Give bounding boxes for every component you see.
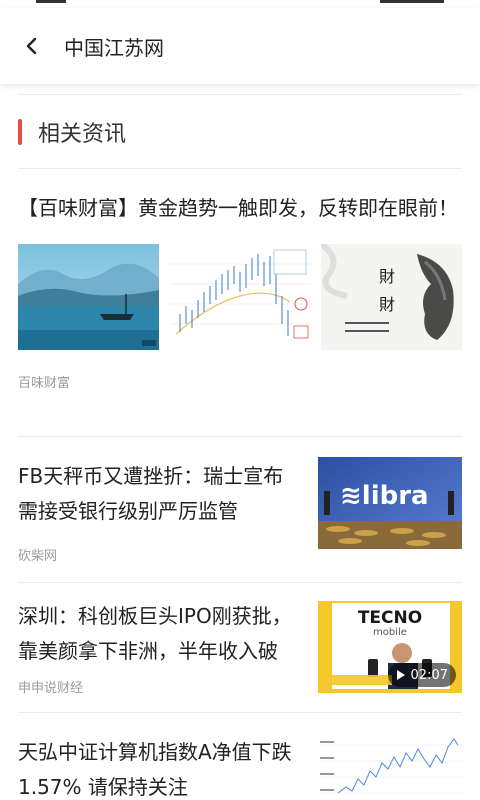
video-duration-badge: 02:07 bbox=[387, 663, 456, 687]
news-card[interactable]: 天弘中证计算机指数A净值下跌1.57% 请保持关注 bbox=[18, 712, 462, 800]
status-icons bbox=[380, 0, 444, 3]
article-title: FB天秤币又遭挫折：瑞士宣布需接受银行级别严厉监管 bbox=[18, 464, 284, 523]
thumbnail-gold-chart bbox=[169, 244, 311, 350]
libra-logo-text: ≋libra bbox=[340, 481, 429, 511]
thumbnail-lake-landscape bbox=[18, 244, 159, 350]
section-title: 相关资讯 bbox=[38, 122, 127, 147]
status-bar bbox=[0, 0, 480, 8]
article-title: 深圳：科创板巨头IPO刚获批，靠美颜拿下非洲，半年收入破 bbox=[18, 604, 292, 663]
content-area bbox=[18, 84, 462, 95]
news-card-video[interactable]: 深圳：科创板巨头IPO刚获批，靠美颜拿下非洲，半年收入破 申申说财经 TECNO… bbox=[18, 582, 462, 712]
thumbnail-ink-painting: 財 財 bbox=[321, 244, 462, 350]
article-title: 【百味财富】黄金趋势一触即发，反转即在眼前！ bbox=[18, 196, 458, 220]
video-duration: 02:07 bbox=[410, 667, 448, 683]
chevron-left-icon bbox=[26, 37, 37, 55]
news-card[interactable]: FB天秤币又遭挫折：瑞士宣布需接受银行级别严厉监管 砍柴网 ≋libra bbox=[18, 436, 462, 582]
divider bbox=[18, 94, 462, 95]
article-source: 砍柴网 bbox=[18, 549, 58, 564]
thumbnail-fund-chart bbox=[318, 733, 462, 800]
status-time bbox=[36, 0, 66, 3]
svg-text:財: 財 bbox=[379, 267, 395, 286]
article-title: 天弘中证计算机指数A净值下跌1.57% 请保持关注 bbox=[18, 740, 292, 799]
section-accent-bar bbox=[18, 119, 22, 145]
article-source: 申申说财经 bbox=[18, 681, 84, 696]
section-header: 相关资讯 bbox=[18, 112, 126, 152]
svg-text:TECNO: TECNO bbox=[358, 608, 422, 628]
back-button[interactable] bbox=[14, 28, 50, 64]
news-card-gallery[interactable]: 【百味财富】黄金趋势一触即发，反转即在眼前！ 財 財 百味财富 bbox=[18, 168, 462, 391]
thumbnail-tecno-video: TECNO mobile 02:07 bbox=[318, 601, 462, 693]
divider bbox=[18, 168, 462, 169]
svg-text:財: 財 bbox=[379, 295, 395, 314]
top-app-bar: 中国江苏网 bbox=[0, 8, 480, 84]
svg-text:mobile: mobile bbox=[373, 627, 407, 638]
play-icon bbox=[396, 670, 405, 680]
thumbnail-row: 財 財 bbox=[18, 244, 462, 350]
article-source: 百味财富 bbox=[18, 376, 71, 391]
thumbnail-libra: ≋libra bbox=[318, 457, 462, 549]
page-title: 中国江苏网 bbox=[64, 36, 164, 60]
